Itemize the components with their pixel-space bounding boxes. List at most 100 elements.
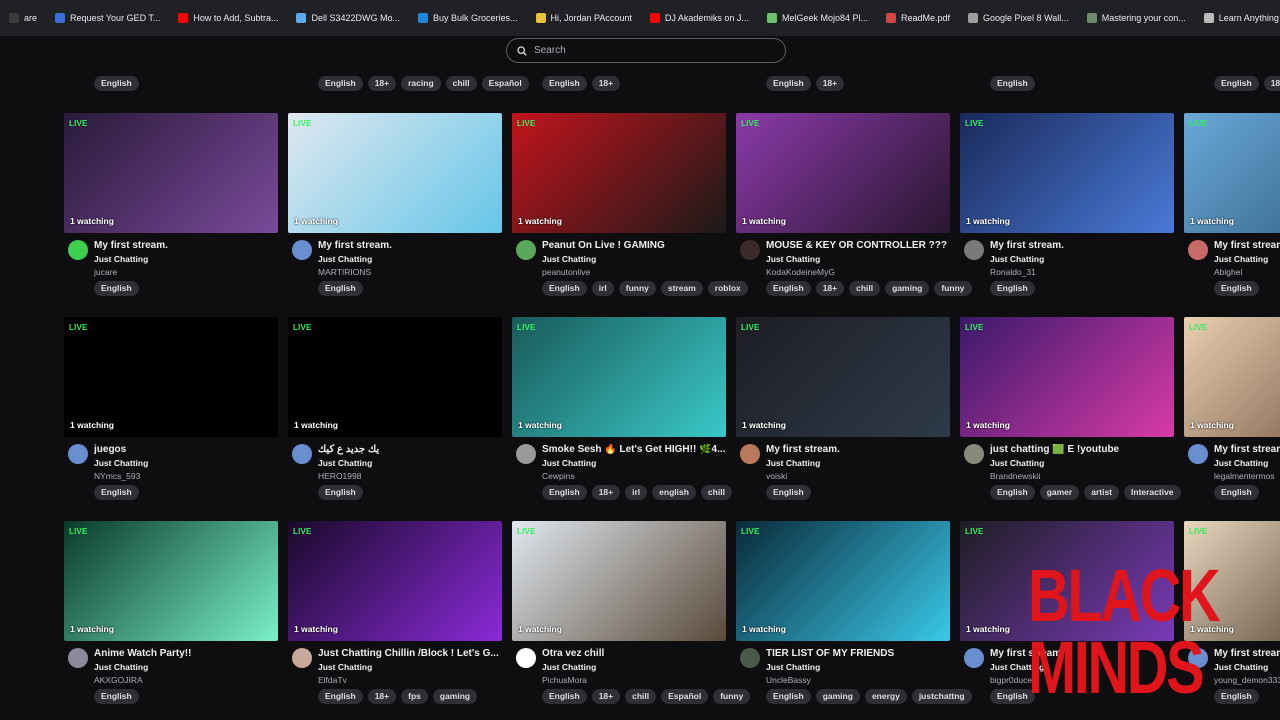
bookmark-item[interactable]: Request Your GED T... bbox=[46, 0, 169, 36]
stream-title[interactable]: Just Chatting Chillin /Block ! Let's G..… bbox=[318, 648, 502, 659]
tag-chip[interactable]: gaming bbox=[885, 281, 930, 296]
channel-name[interactable]: voiski bbox=[766, 471, 787, 481]
stream-thumbnail[interactable]: LIVE 1 watching bbox=[512, 317, 726, 437]
stream-title[interactable]: juegos bbox=[94, 444, 278, 455]
avatar[interactable] bbox=[516, 648, 536, 668]
channel-name[interactable]: NYmcs_593 bbox=[94, 471, 140, 481]
channel-name[interactable]: ElfdaTv bbox=[318, 675, 347, 685]
tag-chip[interactable]: English bbox=[542, 689, 587, 704]
stream-thumbnail[interactable]: LIVE 1 watching bbox=[960, 113, 1174, 233]
stream-title[interactable]: My first stream. bbox=[766, 444, 950, 455]
stream-thumbnail[interactable]: LIVE 1 watching bbox=[736, 521, 950, 641]
avatar[interactable] bbox=[516, 240, 536, 260]
tag-chip[interactable]: English bbox=[766, 689, 811, 704]
avatar[interactable] bbox=[68, 240, 88, 260]
search-input[interactable] bbox=[534, 45, 754, 56]
avatar[interactable] bbox=[740, 648, 760, 668]
channel-name[interactable]: MARTIRIONS bbox=[318, 267, 371, 277]
stream-card[interactable]: LIVE 1 watching juegos Just Chatting NYmcs_5… bbox=[64, 317, 278, 501]
bookmark-item[interactable]: How to Add, Subtra... bbox=[169, 0, 287, 36]
stream-category[interactable]: Just Chatting bbox=[318, 254, 372, 264]
stream-thumbnail[interactable]: LIVE 1 watching bbox=[960, 521, 1174, 641]
stream-category[interactable]: Just Chatting bbox=[766, 254, 820, 264]
stream-card[interactable]: LIVE 1 watching My first stream. Just Chatt… bbox=[960, 113, 1174, 297]
tag-chip[interactable]: English bbox=[94, 689, 139, 704]
channel-name[interactable]: jucare bbox=[94, 267, 117, 277]
avatar[interactable] bbox=[1188, 648, 1208, 668]
stream-card[interactable]: LIVE 1 watching TIER LIST OF MY FRIENDS Jus… bbox=[736, 521, 972, 705]
stream-card[interactable]: LIVE 1 watching My first stream. Just Chatt… bbox=[960, 521, 1174, 705]
tag-chip[interactable]: gaming bbox=[815, 689, 860, 704]
tag-chip[interactable]: Español bbox=[481, 76, 529, 91]
stream-thumbnail[interactable]: LIVE 1 watching bbox=[288, 317, 502, 437]
bookmark-item[interactable]: DJ Akademiks on J... bbox=[641, 0, 758, 36]
stream-category[interactable]: Just Chatting bbox=[542, 458, 596, 468]
stream-title[interactable]: My first stream. bbox=[94, 240, 278, 251]
stream-thumbnail[interactable]: LIVE 1 watching bbox=[736, 317, 950, 437]
channel-name[interactable]: KodaKodeineMyG bbox=[766, 267, 835, 277]
bookmark-item[interactable]: Google Pixel 8 Wall... bbox=[959, 0, 1078, 36]
tag-chip[interactable]: 18+ bbox=[591, 485, 621, 500]
stream-thumbnail[interactable]: LIVE 1 watching bbox=[1184, 521, 1280, 641]
stream-title[interactable]: TIER LIST OF MY FRIENDS bbox=[766, 648, 950, 659]
stream-thumbnail[interactable]: LIVE 1 watching bbox=[960, 317, 1174, 437]
avatar[interactable] bbox=[740, 240, 760, 260]
tag-chip[interactable]: racing bbox=[401, 76, 441, 91]
stream-title[interactable]: MOUSE & KEY OR CONTROLLER ??? bbox=[766, 240, 950, 251]
bookmark-item[interactable]: ReadMe.pdf bbox=[877, 0, 959, 36]
bookmark-item[interactable]: Mastering your con... bbox=[1078, 0, 1195, 36]
stream-card[interactable]: LIVE 1 watching Anime Watch Party!! Just Ch… bbox=[64, 521, 278, 705]
stream-title[interactable]: just chatting 🟩 E !youtube bbox=[990, 444, 1174, 455]
stream-card[interactable]: LIVE 1 watching My first stream. Just Chatt… bbox=[64, 113, 278, 297]
stream-thumbnail[interactable]: LIVE 1 watching bbox=[288, 521, 502, 641]
bookmark-item[interactable]: Hi, Jordan PAccount bbox=[527, 0, 641, 36]
bookmark-item[interactable]: are bbox=[0, 0, 46, 36]
stream-category[interactable]: Just Chatting bbox=[542, 662, 596, 672]
tag-chip[interactable]: chill bbox=[445, 76, 477, 91]
stream-category[interactable]: Just Chatting bbox=[990, 254, 1044, 264]
stream-category[interactable]: Just Chatting bbox=[94, 254, 148, 264]
stream-thumbnail[interactable]: LIVE 1 watching bbox=[64, 317, 278, 437]
stream-thumbnail[interactable]: LIVE 1 watching bbox=[736, 113, 950, 233]
stream-card[interactable]: LIVE 1 watching My first stream. Just Chatt… bbox=[1184, 317, 1280, 501]
tag-chip[interactable]: 18+ bbox=[1263, 76, 1280, 91]
tag-chip[interactable]: Español bbox=[661, 689, 709, 704]
channel-name[interactable]: bigpr0ducer bbox=[990, 675, 1035, 685]
avatar[interactable] bbox=[740, 444, 760, 464]
stream-thumbnail[interactable]: LIVE 1 watching bbox=[288, 113, 502, 233]
avatar[interactable] bbox=[68, 648, 88, 668]
stream-title[interactable]: My first stream. bbox=[1214, 648, 1280, 659]
stream-category[interactable]: Just Chatting bbox=[1214, 254, 1268, 264]
channel-name[interactable]: UncleBassy bbox=[766, 675, 811, 685]
tag-chip[interactable]: English bbox=[766, 485, 811, 500]
bookmark-item[interactable]: Learn Anything bbox=[1195, 0, 1280, 36]
stream-category[interactable]: Just Chatting bbox=[766, 662, 820, 672]
stream-card[interactable]: LIVE 1 watching Just Chatting Chillin /Blo… bbox=[288, 521, 502, 705]
stream-title[interactable]: يك جديد ع كيك bbox=[318, 444, 502, 455]
tag-chip[interactable]: English bbox=[990, 76, 1035, 91]
tag-chip[interactable]: English bbox=[990, 281, 1035, 296]
channel-name[interactable]: peanutonlive bbox=[542, 267, 590, 277]
tag-chip[interactable]: stream bbox=[660, 281, 703, 296]
stream-card[interactable]: LIVE 1 watching My first stream. Just Chatt… bbox=[1184, 521, 1280, 705]
stream-card[interactable]: LIVE 1 watching Peanut On Live ! GAMING Jus… bbox=[512, 113, 748, 297]
stream-category[interactable]: Just Chatting bbox=[766, 458, 820, 468]
stream-card[interactable]: LIVE 1 watching MOUSE & KEY OR CONTROLLER … bbox=[736, 113, 972, 297]
stream-card[interactable]: LIVE 1 watching My first stream. Just Chatt… bbox=[736, 317, 950, 501]
tag-chip[interactable]: chill bbox=[849, 281, 881, 296]
stream-title[interactable]: My first stream. bbox=[318, 240, 502, 251]
tag-chip[interactable]: English bbox=[318, 689, 363, 704]
tag-chip[interactable]: gamer bbox=[1039, 485, 1080, 500]
tag-chip[interactable]: artist bbox=[1084, 485, 1120, 500]
tag-chip[interactable]: English bbox=[318, 485, 363, 500]
tag-chip[interactable]: English bbox=[1214, 76, 1259, 91]
stream-title[interactable]: Otra vez chill bbox=[542, 648, 726, 659]
stream-category[interactable]: Just Chatting bbox=[94, 458, 148, 468]
stream-category[interactable]: Just Chatting bbox=[990, 458, 1044, 468]
stream-card[interactable]: LIVE 1 watching My first stream. Just Chatt… bbox=[1184, 113, 1280, 297]
tag-chip[interactable]: funny bbox=[618, 281, 656, 296]
tag-chip[interactable]: 18+ bbox=[815, 76, 845, 91]
stream-title[interactable]: My first stream. bbox=[1214, 444, 1280, 455]
tag-chip[interactable]: English bbox=[1214, 485, 1259, 500]
channel-name[interactable]: PichusMora bbox=[542, 675, 587, 685]
